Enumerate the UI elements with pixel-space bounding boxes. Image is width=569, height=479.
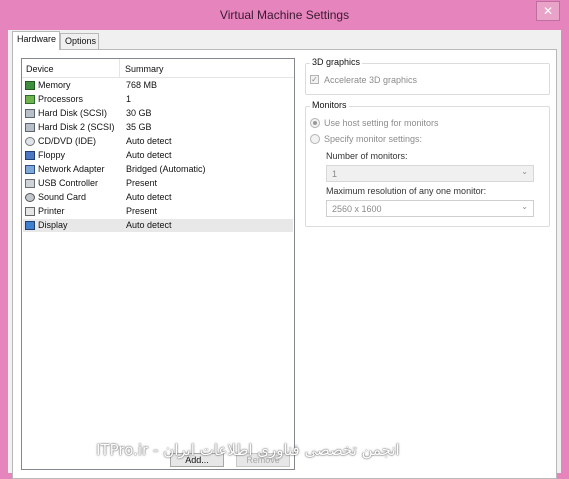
device-summary: Auto detect — [126, 192, 172, 202]
device-row-hard-disk-2[interactable]: Hard Disk 2 (SCSI) 35 GB — [23, 121, 293, 134]
hard-disk-icon — [25, 123, 35, 132]
device-row-sound-card[interactable]: Sound Card Auto detect — [23, 191, 293, 204]
device-summary: Present — [126, 206, 158, 216]
processor-icon — [25, 95, 35, 104]
device-name: CD/DVD (IDE) — [38, 136, 96, 146]
watermark-text: ITPro.ir - انجمن تخصصی فناوری اطلاعات ای… — [96, 441, 400, 459]
group-label-3d-graphics: 3D graphics — [310, 57, 363, 67]
device-name: Display — [38, 220, 68, 230]
device-summary: 30 GB — [126, 108, 152, 118]
hardware-panel: Device Summary Memory 768 MB Processors … — [12, 49, 557, 479]
device-name: Hard Disk 2 (SCSI) — [38, 122, 115, 132]
device-table[interactable]: Device Summary Memory 768 MB Processors … — [21, 58, 295, 470]
device-row-hard-disk[interactable]: Hard Disk (SCSI) 30 GB — [23, 107, 293, 120]
device-name: Printer — [38, 206, 65, 216]
number-of-monitors-select[interactable]: 1 ⌄ — [326, 165, 534, 182]
checkbox-label: Accelerate 3D graphics — [324, 75, 418, 85]
device-name: USB Controller — [38, 178, 99, 188]
device-row-usb-controller[interactable]: USB Controller Present — [23, 177, 293, 190]
radio-button[interactable] — [310, 134, 320, 144]
checkbox-box[interactable]: ✓ — [310, 75, 319, 84]
close-button[interactable]: ✕ — [536, 1, 560, 21]
usb-icon — [25, 179, 35, 188]
device-name: Processors — [38, 94, 84, 104]
device-name: Floppy — [38, 150, 66, 160]
floppy-icon — [25, 151, 35, 160]
network-adapter-icon — [25, 165, 35, 174]
device-name: Sound Card — [38, 192, 87, 202]
group-monitors: Monitors Use host setting for monitors S… — [305, 100, 550, 227]
device-row-display[interactable]: Display Auto detect — [23, 219, 293, 232]
memory-icon — [25, 81, 35, 90]
tab-hardware[interactable]: Hardware — [12, 31, 60, 50]
title-bar: Virtual Machine Settings ✕ — [0, 0, 569, 30]
device-summary: Bridged (Automatic) — [126, 164, 206, 174]
device-summary: 768 MB — [126, 80, 158, 90]
device-row-network-adapter[interactable]: Network Adapter Bridged (Automatic) — [23, 163, 293, 176]
device-name: Hard Disk (SCSI) — [38, 108, 108, 118]
device-summary: Auto detect — [126, 136, 172, 146]
window-title: Virtual Machine Settings — [219, 8, 350, 22]
radio-button[interactable] — [310, 118, 320, 128]
radio-label: Use host setting for monitors — [324, 118, 439, 128]
column-header-summary[interactable]: Summary — [125, 64, 164, 74]
device-row-processors[interactable]: Processors 1 — [23, 93, 293, 106]
device-name: Network Adapter — [38, 164, 105, 174]
device-name: Memory — [38, 80, 71, 90]
device-row-memory[interactable]: Memory 768 MB — [23, 79, 293, 92]
cd-dvd-icon — [25, 137, 35, 146]
group-label-monitors: Monitors — [310, 100, 349, 110]
column-separator[interactable] — [119, 59, 120, 77]
max-resolution-label: Maximum resolution of any one monitor: — [326, 186, 487, 196]
chevron-down-icon: ⌄ — [521, 202, 528, 211]
column-header-device[interactable]: Device — [26, 64, 54, 74]
select-value: 1 — [332, 169, 338, 179]
radio-label: Specify monitor settings: — [324, 134, 423, 144]
device-summary: Present — [126, 178, 158, 188]
device-row-cd-dvd[interactable]: CD/DVD (IDE) Auto detect — [23, 135, 293, 148]
group-3d-graphics: 3D graphics ✓ Accelerate 3D graphics — [305, 57, 550, 95]
chevron-down-icon: ⌄ — [521, 167, 528, 176]
select-value: 2560 x 1600 — [332, 204, 382, 214]
device-summary: Auto detect — [126, 220, 172, 230]
hard-disk-icon — [25, 109, 35, 118]
device-summary: Auto detect — [126, 150, 172, 160]
tab-options[interactable]: Options — [60, 33, 99, 49]
max-resolution-select[interactable]: 2560 x 1600 ⌄ — [326, 200, 534, 217]
device-row-floppy[interactable]: Floppy Auto detect — [23, 149, 293, 162]
display-icon — [25, 221, 35, 230]
table-header: Device Summary — [22, 59, 294, 78]
sound-card-icon — [25, 193, 35, 202]
dialog-body: Hardware Options Device Summary Memory 7… — [8, 30, 561, 479]
device-row-printer[interactable]: Printer Present — [23, 205, 293, 218]
printer-icon — [25, 207, 35, 216]
number-of-monitors-label: Number of monitors: — [326, 151, 408, 161]
device-summary: 35 GB — [126, 122, 152, 132]
device-summary: 1 — [126, 94, 132, 104]
